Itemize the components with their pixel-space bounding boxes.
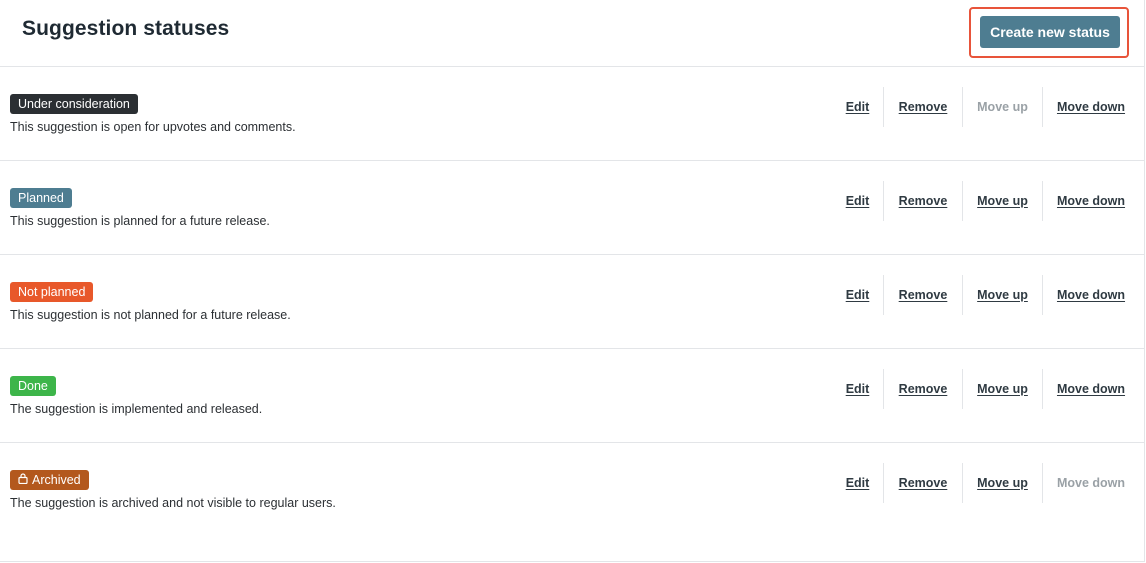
- status-badge-label: Not planned: [18, 285, 86, 299]
- status-badge-label: Done: [18, 379, 48, 393]
- move-down-link: Move down: [1056, 476, 1126, 490]
- status-badge-label: Archived: [32, 473, 81, 487]
- page-title: Suggestion statuses: [22, 17, 230, 40]
- remove-link[interactable]: Remove: [884, 87, 962, 127]
- status-description: The suggestion is archived and not visib…: [10, 496, 336, 510]
- create-new-status-button[interactable]: Create new status: [980, 16, 1120, 48]
- remove-link[interactable]: Remove: [884, 181, 962, 221]
- status-row: Not planned This suggestion is not plann…: [0, 255, 1144, 349]
- status-badge: Archived: [10, 470, 89, 490]
- panel-header: Suggestion statuses Create new status: [0, 0, 1144, 67]
- status-row: Archived The suggestion is archived and …: [0, 443, 1144, 561]
- status-description: The suggestion is implemented and releas…: [10, 402, 263, 416]
- remove-link[interactable]: Remove: [884, 275, 962, 315]
- move-up-link[interactable]: Move up: [963, 463, 1042, 503]
- status-badge: Under consideration: [10, 94, 138, 114]
- remove-link[interactable]: Remove: [884, 463, 962, 503]
- edit-link[interactable]: Edit: [832, 181, 883, 221]
- move-up-link[interactable]: Move up: [963, 181, 1042, 221]
- move-down-link[interactable]: Move down: [1043, 275, 1139, 315]
- status-list: Under consideration This suggestion is o…: [0, 67, 1144, 561]
- status-row: Under consideration This suggestion is o…: [0, 67, 1144, 161]
- status-row: Planned This suggestion is planned for a…: [0, 161, 1144, 255]
- move-up-link: Move up: [977, 100, 1028, 114]
- edit-link[interactable]: Edit: [832, 87, 883, 127]
- status-badge: Planned: [10, 188, 72, 208]
- remove-link[interactable]: Remove: [884, 369, 962, 409]
- status-description: This suggestion is not planned for a fut…: [10, 308, 291, 322]
- create-button-highlight: Create new status: [969, 7, 1129, 58]
- move-up-link[interactable]: Move up: [963, 275, 1042, 315]
- edit-link[interactable]: Edit: [832, 275, 883, 315]
- statuses-panel: Suggestion statuses Create new status Un…: [0, 0, 1145, 562]
- status-description: This suggestion is open for upvotes and …: [10, 120, 296, 134]
- move-down-link[interactable]: Move down: [1043, 87, 1139, 127]
- row-actions: Edit Remove Move up Move down: [832, 369, 1139, 409]
- row-actions: Edit Remove Move up Move down: [832, 181, 1139, 221]
- status-badge: Not planned: [10, 282, 94, 302]
- edit-link[interactable]: Edit: [832, 463, 883, 503]
- status-badge-label: Planned: [18, 191, 64, 205]
- status-description: This suggestion is planned for a future …: [10, 214, 270, 228]
- move-up-link[interactable]: Move up: [963, 369, 1042, 409]
- row-actions: Edit Remove Move up Move down: [832, 87, 1139, 127]
- status-badge-label: Under consideration: [18, 97, 130, 111]
- move-down-link[interactable]: Move down: [1043, 369, 1139, 409]
- row-actions: Edit Remove Move up Move down: [832, 275, 1139, 315]
- status-row: Done The suggestion is implemented and r…: [0, 349, 1144, 443]
- edit-link[interactable]: Edit: [832, 369, 883, 409]
- status-badge: Done: [10, 376, 56, 396]
- row-actions: Edit Remove Move up Move down: [832, 463, 1139, 503]
- move-down-link[interactable]: Move down: [1043, 181, 1139, 221]
- lock-icon: [18, 470, 28, 490]
